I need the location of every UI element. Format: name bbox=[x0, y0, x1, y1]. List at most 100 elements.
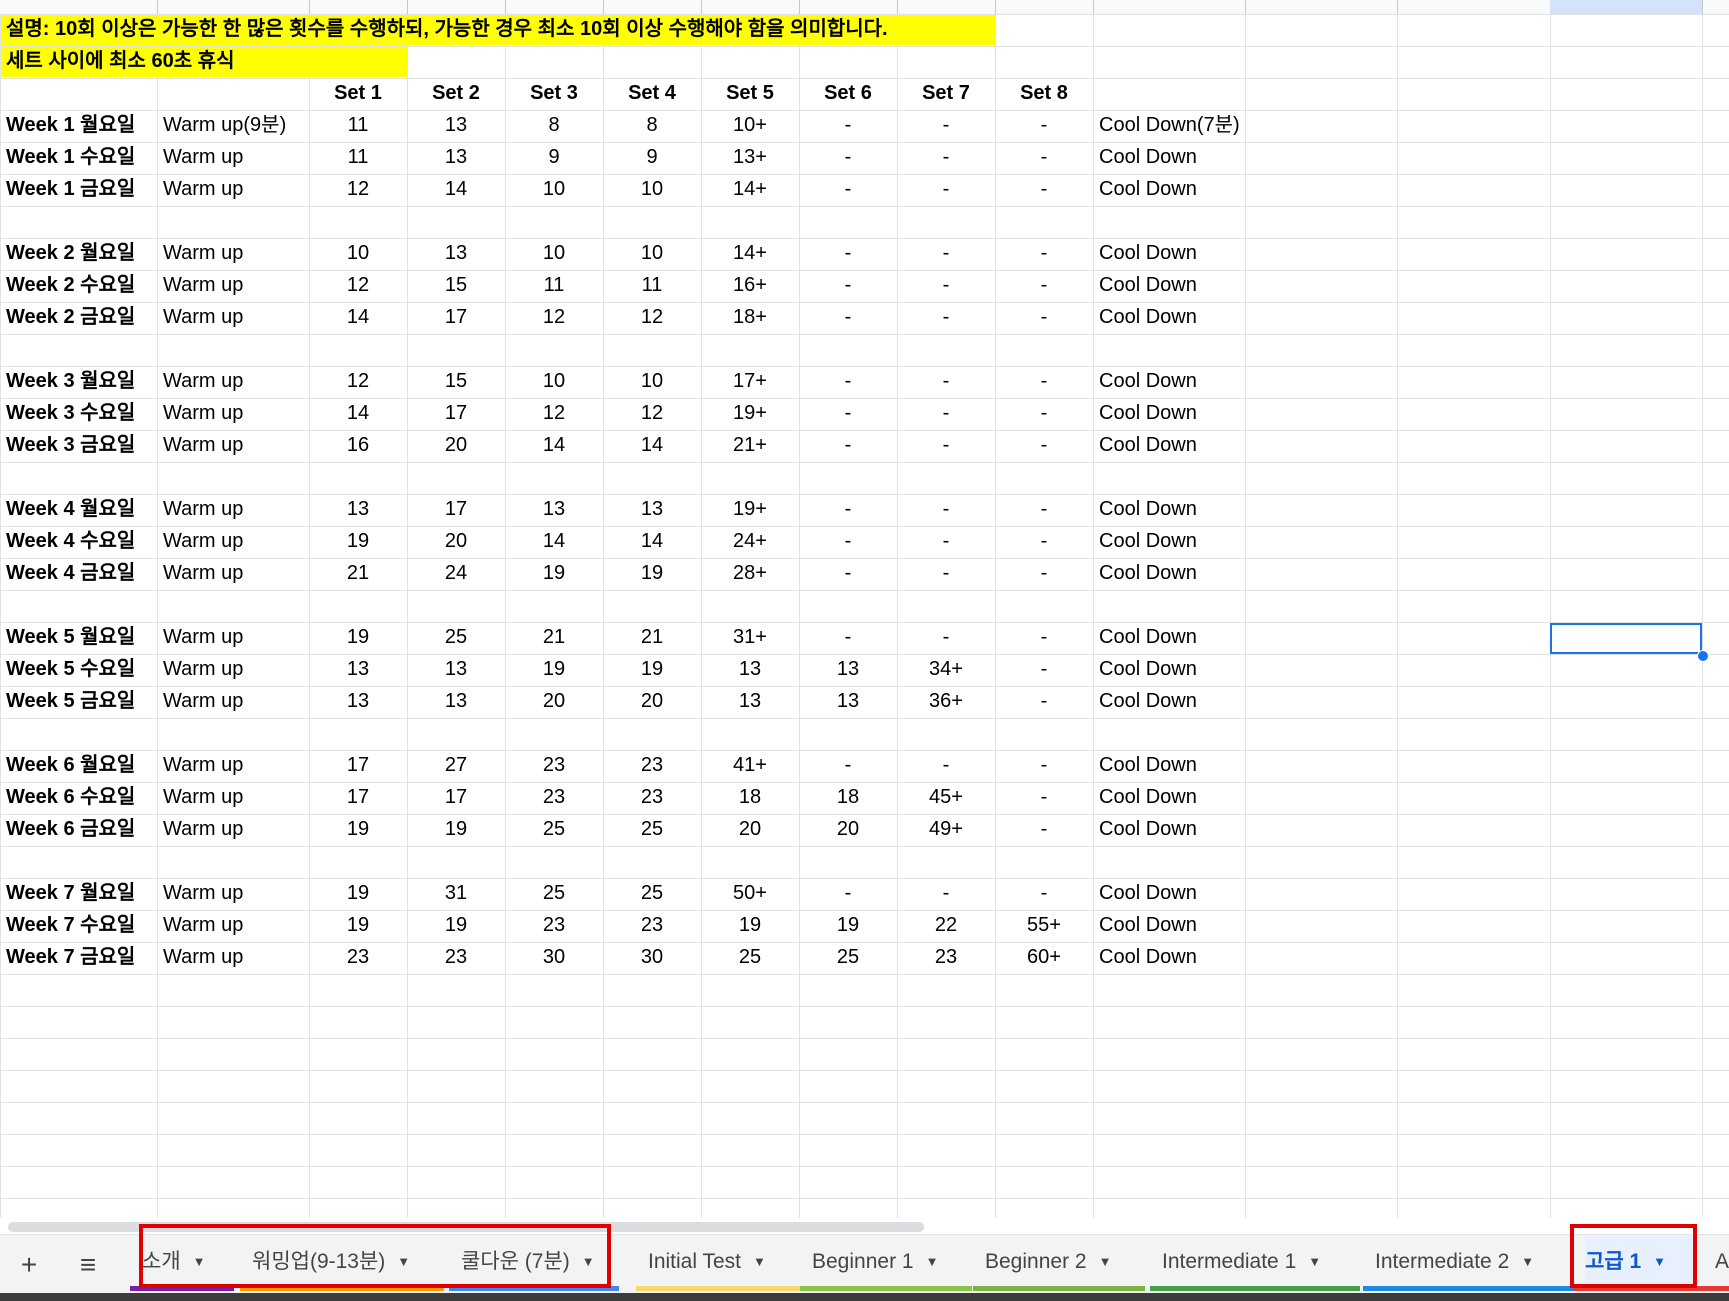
set-reps-cell[interactable]: 21+ bbox=[701, 430, 799, 461]
set-reps-cell[interactable]: 27 bbox=[407, 750, 505, 781]
set-reps-cell[interactable]: 23 bbox=[505, 910, 603, 941]
set-reps-cell[interactable]: 13 bbox=[309, 686, 407, 717]
set-reps-cell[interactable]: 45+ bbox=[897, 782, 995, 813]
week-day-label[interactable]: Week 7 금요일 bbox=[0, 942, 157, 973]
cool-down-cell[interactable]: Cool Down bbox=[1093, 878, 1245, 909]
set-header[interactable]: Set 3 bbox=[505, 78, 603, 109]
set-reps-cell[interactable]: - bbox=[799, 142, 897, 173]
set-reps-cell[interactable]: - bbox=[799, 622, 897, 653]
set-reps-cell[interactable]: 23 bbox=[505, 750, 603, 781]
sheet-tab[interactable]: A bbox=[1713, 1236, 1729, 1288]
set-reps-cell[interactable]: - bbox=[995, 526, 1093, 557]
week-day-label[interactable]: Week 7 월요일 bbox=[0, 878, 157, 909]
set-reps-cell[interactable]: - bbox=[799, 302, 897, 333]
set-reps-cell[interactable]: - bbox=[897, 366, 995, 397]
cool-down-cell[interactable]: Cool Down(7분) bbox=[1093, 110, 1245, 141]
set-reps-cell[interactable]: 17 bbox=[407, 494, 505, 525]
cool-down-cell[interactable]: Cool Down bbox=[1093, 814, 1245, 845]
warm-up-cell[interactable]: Warm up bbox=[157, 942, 309, 973]
set-reps-cell[interactable]: - bbox=[799, 526, 897, 557]
set-reps-cell[interactable]: 14 bbox=[407, 174, 505, 205]
set-reps-cell[interactable]: - bbox=[995, 398, 1093, 429]
set-reps-cell[interactable]: - bbox=[897, 526, 995, 557]
cool-down-cell[interactable]: Cool Down bbox=[1093, 654, 1245, 685]
set-header[interactable]: Set 2 bbox=[407, 78, 505, 109]
cool-down-cell[interactable]: Cool Down bbox=[1093, 942, 1245, 973]
week-day-label[interactable]: Week 5 금요일 bbox=[0, 686, 157, 717]
column-header[interactable] bbox=[897, 0, 996, 14]
sheet-tab[interactable]: Initial Test ▼ bbox=[648, 1236, 796, 1288]
week-day-label[interactable]: Week 2 금요일 bbox=[0, 302, 157, 333]
set-header[interactable]: Set 6 bbox=[799, 78, 897, 109]
warm-up-cell[interactable]: Warm up bbox=[157, 398, 309, 429]
week-day-label[interactable]: Week 3 수요일 bbox=[0, 398, 157, 429]
set-reps-cell[interactable]: 19 bbox=[309, 814, 407, 845]
cool-down-cell[interactable]: Cool Down bbox=[1093, 174, 1245, 205]
warm-up-cell[interactable]: Warm up bbox=[157, 302, 309, 333]
set-reps-cell[interactable]: 34+ bbox=[897, 654, 995, 685]
set-reps-cell[interactable]: - bbox=[995, 750, 1093, 781]
cool-down-cell[interactable]: Cool Down bbox=[1093, 302, 1245, 333]
set-reps-cell[interactable]: 49+ bbox=[897, 814, 995, 845]
set-reps-cell[interactable]: 17+ bbox=[701, 366, 799, 397]
week-day-label[interactable]: Week 6 월요일 bbox=[0, 750, 157, 781]
set-reps-cell[interactable]: 14+ bbox=[701, 238, 799, 269]
set-reps-cell[interactable]: - bbox=[995, 366, 1093, 397]
cool-down-cell[interactable]: Cool Down bbox=[1093, 750, 1245, 781]
set-reps-cell[interactable]: 18+ bbox=[701, 302, 799, 333]
column-header[interactable] bbox=[505, 0, 604, 14]
warm-up-cell[interactable]: Warm up bbox=[157, 430, 309, 461]
warm-up-cell[interactable]: Warm up bbox=[157, 238, 309, 269]
warm-up-cell[interactable]: Warm up bbox=[157, 910, 309, 941]
set-reps-cell[interactable]: - bbox=[995, 622, 1093, 653]
set-reps-cell[interactable]: 24+ bbox=[701, 526, 799, 557]
warm-up-cell[interactable]: Warm up bbox=[157, 494, 309, 525]
instruction-note[interactable]: 설명: 10회 이상은 가능한 한 많은 횟수를 수행하되, 가능한 경우 최소… bbox=[0, 14, 995, 45]
set-reps-cell[interactable]: - bbox=[897, 110, 995, 141]
cool-down-cell[interactable]: Cool Down bbox=[1093, 142, 1245, 173]
set-reps-cell[interactable]: 23 bbox=[603, 910, 701, 941]
set-reps-cell[interactable]: 23 bbox=[603, 750, 701, 781]
set-reps-cell[interactable]: 19 bbox=[603, 654, 701, 685]
caret-down-icon[interactable]: ▼ bbox=[1308, 1236, 1321, 1288]
set-reps-cell[interactable]: - bbox=[799, 430, 897, 461]
warm-up-cell[interactable]: Warm up bbox=[157, 526, 309, 557]
set-reps-cell[interactable]: 17 bbox=[309, 782, 407, 813]
set-reps-cell[interactable]: 20 bbox=[701, 814, 799, 845]
cool-down-cell[interactable]: Cool Down bbox=[1093, 494, 1245, 525]
set-reps-cell[interactable]: - bbox=[897, 494, 995, 525]
set-reps-cell[interactable]: 10 bbox=[505, 238, 603, 269]
column-header[interactable] bbox=[799, 0, 898, 14]
cool-down-cell[interactable]: Cool Down bbox=[1093, 270, 1245, 301]
set-reps-cell[interactable]: 17 bbox=[407, 398, 505, 429]
warm-up-cell[interactable]: Warm up bbox=[157, 622, 309, 653]
set-reps-cell[interactable]: 21 bbox=[505, 622, 603, 653]
set-reps-cell[interactable]: 12 bbox=[603, 398, 701, 429]
week-day-label[interactable]: Week 4 월요일 bbox=[0, 494, 157, 525]
set-reps-cell[interactable]: 12 bbox=[505, 302, 603, 333]
cool-down-cell[interactable]: Cool Down bbox=[1093, 430, 1245, 461]
set-reps-cell[interactable]: 14 bbox=[309, 302, 407, 333]
cool-down-cell[interactable]: Cool Down bbox=[1093, 910, 1245, 941]
column-header[interactable] bbox=[407, 0, 506, 14]
set-reps-cell[interactable]: - bbox=[995, 814, 1093, 845]
set-reps-cell[interactable]: 19 bbox=[505, 558, 603, 589]
caret-down-icon[interactable]: ▼ bbox=[1521, 1236, 1534, 1288]
set-reps-cell[interactable]: 21 bbox=[309, 558, 407, 589]
set-reps-cell[interactable]: - bbox=[897, 430, 995, 461]
cool-down-cell[interactable]: Cool Down bbox=[1093, 238, 1245, 269]
set-reps-cell[interactable]: 22 bbox=[897, 910, 995, 941]
set-reps-cell[interactable]: 60+ bbox=[995, 942, 1093, 973]
column-header[interactable] bbox=[309, 0, 408, 14]
set-reps-cell[interactable]: - bbox=[799, 558, 897, 589]
set-reps-cell[interactable]: 11 bbox=[603, 270, 701, 301]
week-day-label[interactable]: Week 1 수요일 bbox=[0, 142, 157, 173]
set-reps-cell[interactable]: 50+ bbox=[701, 878, 799, 909]
set-reps-cell[interactable]: 13 bbox=[799, 654, 897, 685]
set-reps-cell[interactable]: 30 bbox=[505, 942, 603, 973]
set-reps-cell[interactable]: - bbox=[897, 398, 995, 429]
set-reps-cell[interactable]: 14 bbox=[603, 526, 701, 557]
set-reps-cell[interactable]: 13 bbox=[407, 654, 505, 685]
set-reps-cell[interactable]: 14 bbox=[505, 526, 603, 557]
fill-handle[interactable] bbox=[1697, 650, 1709, 662]
